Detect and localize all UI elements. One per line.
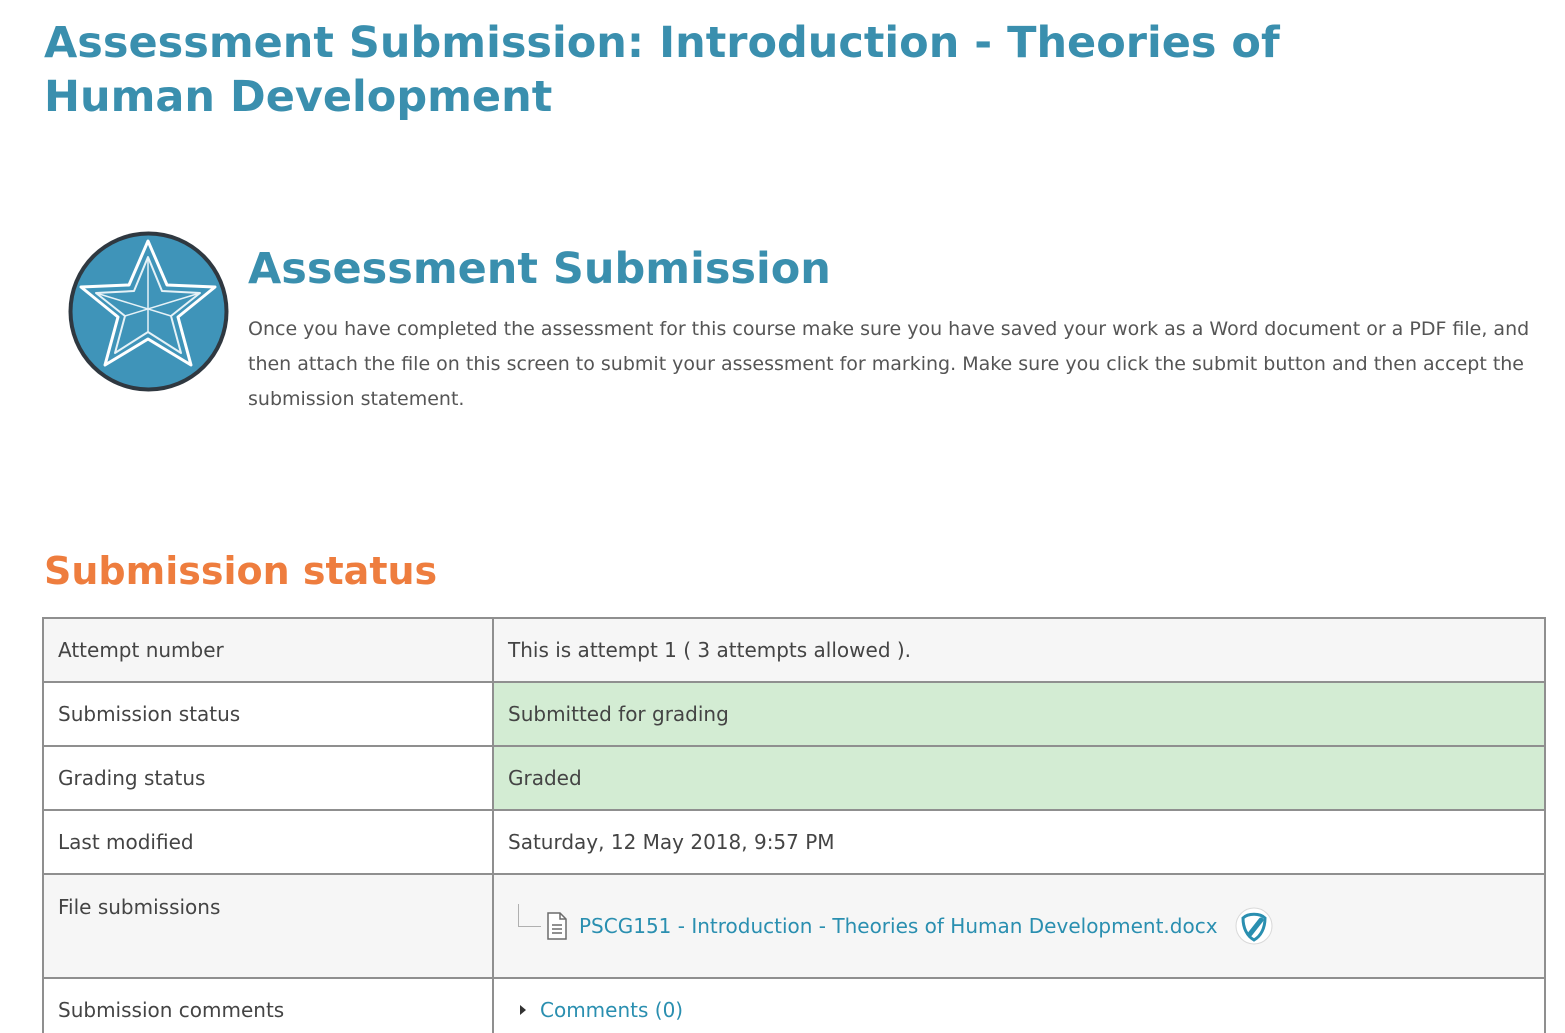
intro-heading: Assessment Submission (248, 244, 831, 294)
submission-comments-label: Submission comments (42, 977, 494, 1033)
grading-status-label: Grading status (42, 745, 494, 811)
attempt-number-value: This is attempt 1 ( 3 attempts allowed )… (492, 617, 1546, 683)
attempt-number-label: Attempt number (42, 617, 494, 683)
submission-comments-cell: Comments (0) (492, 977, 1546, 1033)
table-row: Submission comments Comments (0) (42, 977, 1546, 1033)
table-row: Grading status Graded (42, 745, 1546, 811)
submission-status-table: Attempt number This is attempt 1 ( 3 att… (42, 617, 1546, 1033)
page-title: Assessment Submission: Introduction - Th… (44, 18, 1280, 122)
page: Assessment Submission: Introduction - Th… (0, 0, 1565, 1033)
comments-link[interactable]: Comments (0) (540, 998, 683, 1022)
grading-status-value: Graded (492, 745, 1546, 811)
submission-status-heading: Submission status (44, 549, 438, 593)
turnitin-icon[interactable] (1234, 906, 1274, 946)
submission-status-label: Submission status (42, 681, 494, 747)
star-badge-icon (68, 231, 229, 392)
table-row: Submission status Submitted for grading (42, 681, 1546, 747)
table-row: Last modified Saturday, 12 May 2018, 9:5… (42, 809, 1546, 875)
last-modified-value: Saturday, 12 May 2018, 9:57 PM (492, 809, 1546, 875)
file-submissions-cell: PSCG151 - Introduction - Theories of Hum… (492, 873, 1546, 979)
last-modified-label: Last modified (42, 809, 494, 875)
comments-toggle[interactable]: Comments (0) (508, 998, 1530, 1022)
table-row: Attempt number This is attempt 1 ( 3 att… (42, 617, 1546, 683)
caret-right-icon (520, 1005, 526, 1015)
tree-connector (518, 903, 541, 927)
submission-status-value: Submitted for grading (492, 681, 1546, 747)
file-submissions-label: File submissions (42, 873, 494, 979)
document-icon (547, 912, 567, 940)
table-row: File submissions PSCG151 - Introduction … (42, 873, 1546, 979)
intro-text: Once you have completed the assessment f… (248, 318, 1530, 410)
submitted-file-link[interactable]: PSCG151 - Introduction - Theories of Hum… (579, 914, 1218, 938)
file-entry: PSCG151 - Introduction - Theories of Hum… (508, 903, 1530, 946)
